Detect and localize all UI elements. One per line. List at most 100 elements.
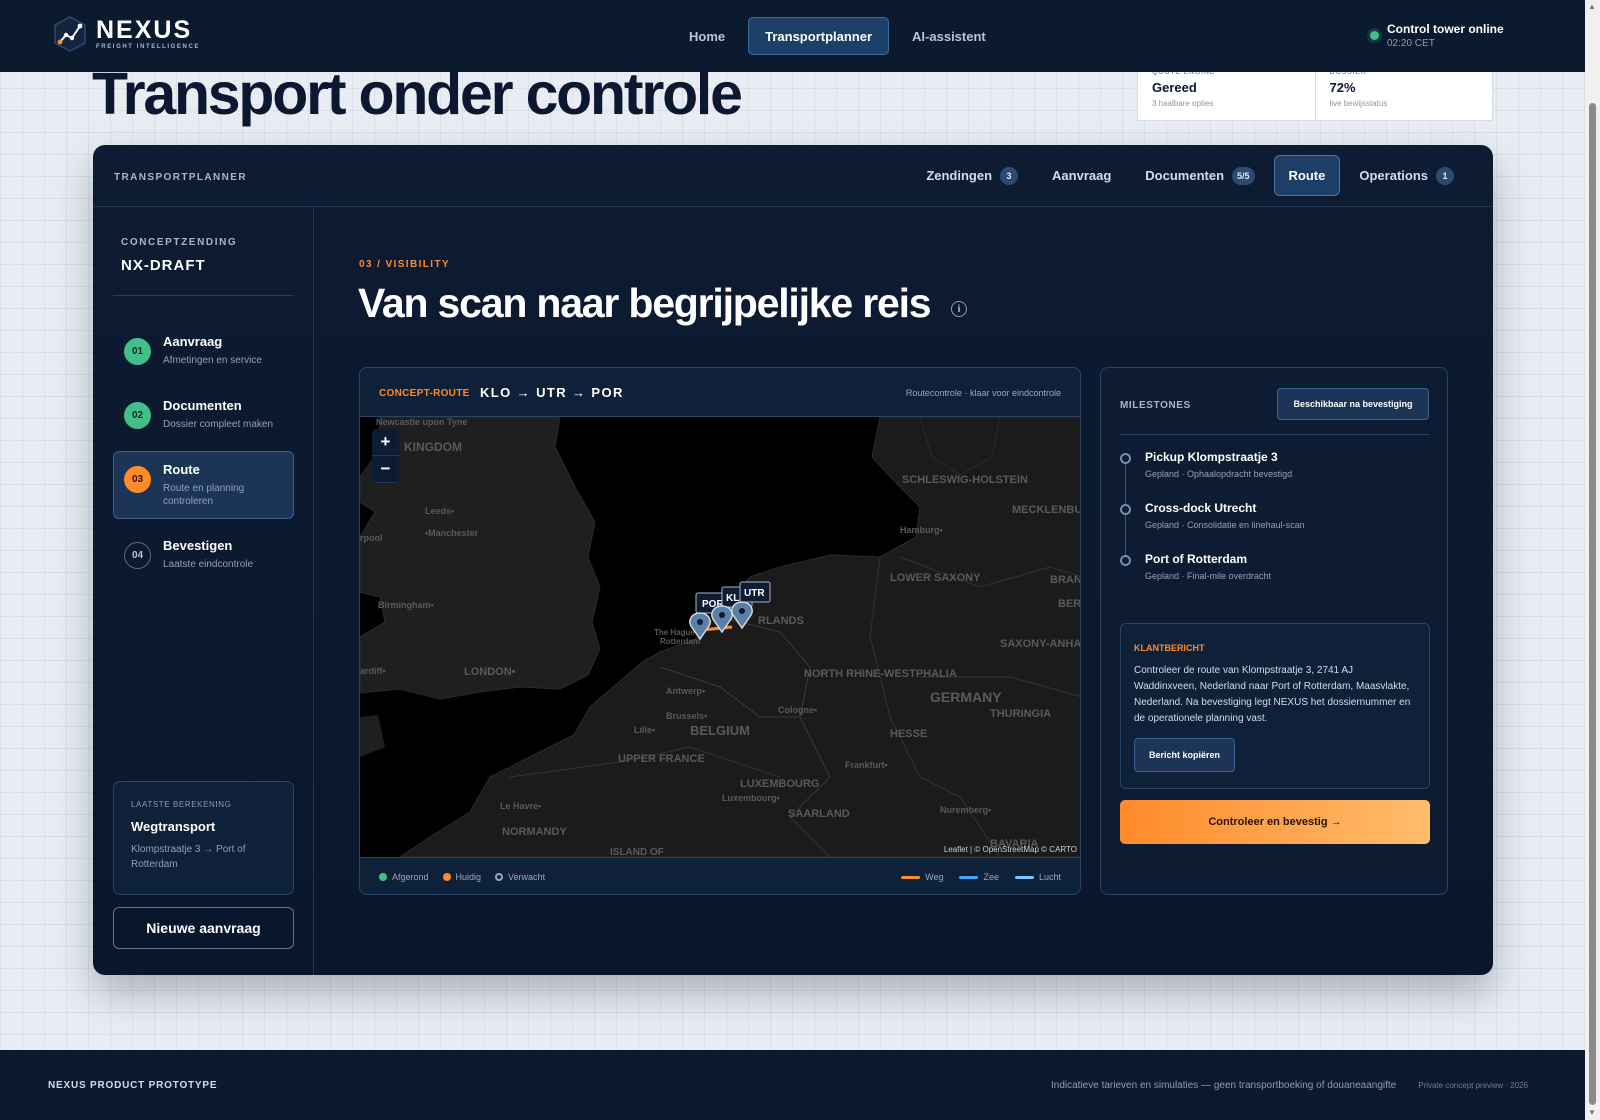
milestone-title: Cross-dock Utrecht bbox=[1145, 501, 1257, 515]
online-dot-icon bbox=[1370, 31, 1379, 40]
tab-count-badge: 3 bbox=[1000, 166, 1019, 185]
nav-ai-assistent[interactable]: AI-assistent bbox=[895, 17, 1003, 55]
draft-label: CONCEPTZENDING bbox=[121, 237, 238, 248]
map-place-label: Lille• bbox=[634, 725, 655, 735]
step-title: Aanvraag bbox=[163, 334, 223, 349]
footer-preview: Private concept preview · 2026 bbox=[1418, 1081, 1529, 1090]
map-place-label: Brussels• bbox=[666, 711, 707, 721]
section-eyebrow: 03 / VISIBILITY bbox=[359, 259, 451, 270]
legend-label: Zee bbox=[983, 872, 999, 882]
map-place-label: Antwerp• bbox=[666, 686, 705, 696]
step-sidebar: CONCEPTZENDING NX-DRAFT 01 Aanvraag Afme… bbox=[93, 207, 314, 975]
map-place-label: rpool bbox=[360, 533, 383, 543]
map-place-label: LONDON• bbox=[464, 666, 516, 678]
kpi-sub: 3 haalbare opties bbox=[1152, 99, 1214, 108]
confirm-button[interactable]: Controleer en bevestig → bbox=[1120, 800, 1430, 844]
step-bevestigen[interactable]: 04 Bevestigen Laatste eindcontrole bbox=[113, 527, 294, 595]
step-aanvraag[interactable]: 01 Aanvraag Afmetingen en service bbox=[113, 323, 294, 391]
tab-label: Documenten bbox=[1145, 168, 1225, 183]
tab-label: Operations bbox=[1359, 168, 1428, 183]
map-place-label: Birmingham• bbox=[378, 600, 434, 610]
map-place-label: UPPER FRANCE bbox=[618, 753, 705, 765]
brand-name: NEXUS bbox=[96, 16, 193, 44]
step-number: 04 bbox=[124, 542, 151, 569]
tab-aanvraag[interactable]: Aanvraag bbox=[1037, 155, 1126, 196]
map-place-label: ardiff• bbox=[360, 666, 386, 676]
top-navigation: NEXUS FREIGHT INTELLIGENCE Home Transpor… bbox=[0, 0, 1585, 72]
map-marker-label-utr: UTR bbox=[744, 588, 765, 599]
footer-disclaimer: Indicatieve tarieven en simulaties — gee… bbox=[1051, 1080, 1397, 1091]
info-circle-icon[interactable]: i bbox=[951, 301, 967, 317]
legend-label: Huidig bbox=[455, 872, 482, 882]
milestone-subtitle: Gepland · Consolidatie en linehaul-scan bbox=[1145, 520, 1305, 530]
footer-label: NEXUS PRODUCT PROTOTYPE bbox=[48, 1080, 218, 1091]
map-place-label: Cologne• bbox=[778, 705, 817, 715]
draft-id: NX-DRAFT bbox=[121, 257, 206, 274]
map-place-label: Hamburg• bbox=[900, 525, 943, 535]
calc-label: LAATSTE BEREKENING bbox=[131, 800, 232, 809]
control-tower-status: Control tower online 02:20 CET bbox=[1370, 22, 1504, 49]
map-attribution[interactable]: Leaflet | © OpenStreetMap © CARTO bbox=[944, 845, 1077, 854]
nav-home[interactable]: Home bbox=[672, 17, 742, 55]
status-ring-icon bbox=[495, 873, 504, 881]
map-place-label: MECKLENBURG-VORPOMM bbox=[1012, 504, 1081, 516]
map-place-label: NORMANDY bbox=[502, 826, 567, 838]
map-place-label: Nuremberg• bbox=[940, 805, 991, 815]
panel-label: TRANSPORTPLANNER bbox=[114, 172, 247, 183]
divider bbox=[1120, 434, 1430, 435]
milestone-subtitle: Gepland · Ophaalopdracht bevestigd bbox=[1145, 469, 1293, 479]
map-zoom-control: + − bbox=[372, 429, 399, 483]
last-calculation-card: LAATSTE BEREKENING Wegtransport Klompstr… bbox=[113, 781, 294, 895]
tab-label: Aanvraag bbox=[1052, 168, 1112, 183]
map-place-label: HESSE bbox=[890, 728, 927, 740]
step-title: Route bbox=[163, 462, 200, 477]
zoom-out-button[interactable]: − bbox=[372, 456, 399, 483]
tab-count-badge: 1 bbox=[1436, 166, 1454, 185]
scroll-down-icon[interactable]: ▼ bbox=[1588, 1108, 1596, 1117]
tab-documenten[interactable]: Documenten 5/5 bbox=[1130, 155, 1269, 196]
milestone-subtitle: Gepland · Final-mile overdracht bbox=[1145, 571, 1272, 581]
new-request-button[interactable]: Nieuwe aanvraag bbox=[113, 907, 294, 949]
zoom-in-button[interactable]: + bbox=[372, 429, 399, 456]
map-place-label: Luxembourg• bbox=[722, 793, 780, 803]
step-route[interactable]: 03 Route Route en planning controleren bbox=[113, 451, 294, 519]
legend-huidig: Huidig bbox=[442, 872, 482, 882]
panel-tabs: Zendingen 3 Aanvraag Documenten 5/5 Rout… bbox=[911, 155, 1469, 196]
milestones-card: MILESTONES Beschikbaar na bevestiging Pi… bbox=[1100, 367, 1448, 895]
map-place-label: Newcastle upon Tyne bbox=[376, 417, 467, 427]
scroll-up-icon[interactable]: ▲ bbox=[1588, 2, 1596, 11]
map-place-label: BELGIUM bbox=[690, 723, 750, 738]
step-number: 02 bbox=[124, 402, 151, 429]
map-place-label: NORTH RHINE-WESTPHALIA bbox=[804, 668, 957, 680]
brand-tagline: FREIGHT INTELLIGENCE bbox=[96, 44, 200, 50]
brand-logo[interactable]: NEXUS FREIGHT INTELLIGENCE bbox=[52, 15, 200, 53]
tab-count-badge: 5/5 bbox=[1232, 166, 1255, 185]
route-map[interactable]: Newcastle upon Tyne KINGDOM Leeds• •Manc… bbox=[360, 417, 1081, 857]
available-after-confirm-button[interactable]: Beschikbaar na bevestiging bbox=[1277, 388, 1429, 420]
tab-operations[interactable]: Operations 1 bbox=[1344, 155, 1469, 196]
legend-weg: Weg bbox=[901, 872, 943, 882]
nav-transportplanner[interactable]: Transportplanner bbox=[748, 17, 890, 55]
timeline-dot-icon bbox=[1120, 504, 1131, 515]
status-dot-icon bbox=[442, 873, 451, 881]
tab-route[interactable]: Route bbox=[1273, 155, 1341, 196]
copy-message-button[interactable]: Bericht kopiëren bbox=[1134, 738, 1235, 772]
calc-subtitle: Klompstraatje 3 → Port of Rotterdam bbox=[131, 844, 246, 870]
customer-message-card: KLANTBERICHT Controleer de route van Klo… bbox=[1120, 623, 1430, 789]
map-place-label: BRAND bbox=[1050, 574, 1081, 586]
legend-lucht: Lucht bbox=[1014, 872, 1061, 882]
map-place-label: THURINGIA bbox=[990, 708, 1051, 720]
nexus-graph-icon bbox=[54, 16, 86, 52]
divider bbox=[113, 295, 293, 296]
route-map-card: CONCEPT-ROUTE KLO → UTR → POR Routecontr… bbox=[359, 367, 1081, 895]
timeline-dot-icon bbox=[1120, 453, 1131, 464]
page-scrollbar[interactable]: ▲ ▼ bbox=[1585, 0, 1600, 1120]
scrollbar-thumb[interactable] bbox=[1589, 103, 1596, 1105]
main-nav: Home Transportplanner AI-assistent bbox=[672, 17, 1003, 55]
step-documenten[interactable]: 02 Documenten Dossier compleet maken bbox=[113, 387, 294, 455]
tab-zendingen[interactable]: Zendingen 3 bbox=[911, 155, 1033, 196]
map-place-label: The Hague bbox=[654, 628, 695, 637]
map-place-label: BERLI bbox=[1058, 598, 1081, 610]
milestones-label: MILESTONES bbox=[1120, 400, 1191, 411]
footer: NEXUS PRODUCT PROTOTYPE Indicatieve tari… bbox=[0, 1050, 1585, 1120]
